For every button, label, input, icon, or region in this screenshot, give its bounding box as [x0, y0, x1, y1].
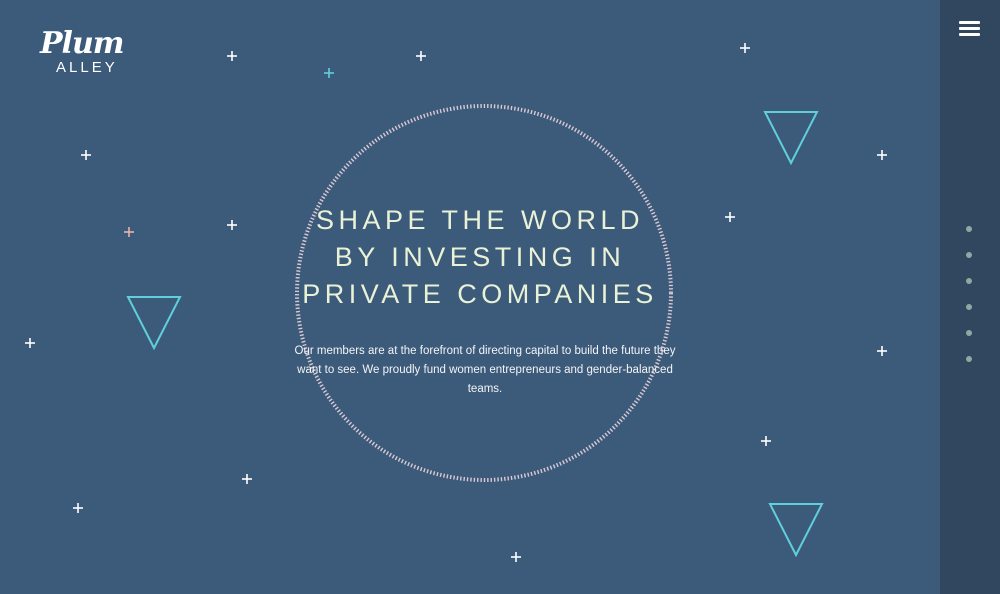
plus-icon	[877, 346, 887, 356]
hero-page: Plum ALLEY SHAPE THE WORLD BY INVESTING …	[0, 0, 1000, 594]
section-dot-5[interactable]	[966, 330, 972, 336]
plus-icon	[725, 212, 735, 222]
logo-script-text: Plum	[40, 26, 125, 61]
plus-icon	[242, 474, 252, 484]
hamburger-icon[interactable]	[959, 19, 981, 39]
hero-description: Our members are at the forefront of dire…	[294, 345, 676, 395]
headline-line: SHAPE THE WORLD	[315, 205, 645, 235]
plus-icon	[124, 227, 134, 237]
section-dot-4[interactable]	[966, 304, 972, 310]
plus-icon	[740, 43, 750, 53]
plus-icon	[81, 150, 91, 160]
logo-sub-text: ALLEY	[56, 59, 118, 76]
triangle-icon	[763, 111, 819, 166]
headline-line: PRIVATE COMPANIES	[302, 279, 658, 309]
section-dot-1[interactable]	[966, 226, 972, 232]
plus-icon	[324, 68, 334, 78]
plum-alley-logo[interactable]: Plum ALLEY	[36, 27, 144, 79]
plus-icon	[416, 51, 426, 61]
plus-icon	[227, 220, 237, 230]
section-dot-2[interactable]	[966, 252, 972, 258]
plus-icon	[227, 51, 237, 61]
triangle-icon	[126, 296, 182, 351]
triangle-icon	[768, 503, 824, 558]
section-dot-6[interactable]	[966, 356, 972, 362]
plus-icon	[761, 436, 771, 446]
section-dots	[966, 226, 976, 382]
hero-headline: SHAPE THE WORLD BY INVESTING IN PRIVATE …	[280, 202, 680, 313]
section-dot-3[interactable]	[966, 278, 972, 284]
plus-icon	[511, 552, 521, 562]
plus-icon	[25, 338, 35, 348]
plus-icon	[877, 150, 887, 160]
plus-icon	[73, 503, 83, 513]
headline-line: BY INVESTING IN	[334, 242, 626, 272]
